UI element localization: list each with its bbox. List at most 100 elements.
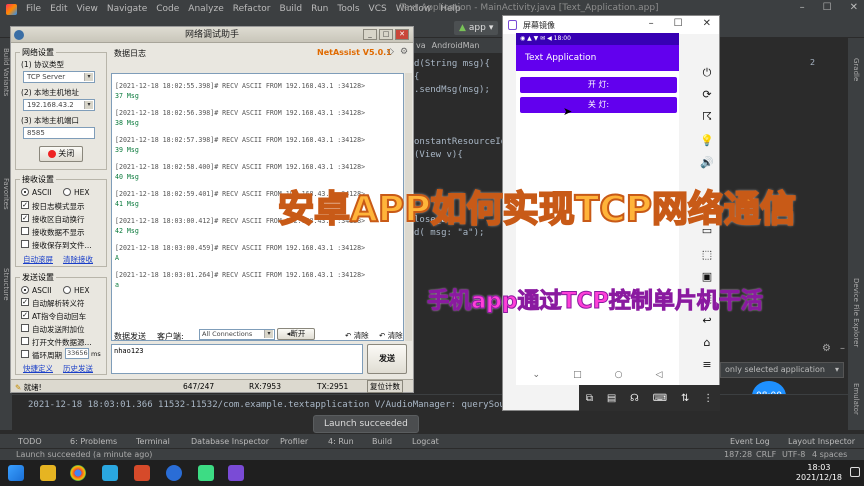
- status-position[interactable]: 187:28: [724, 450, 752, 459]
- hide-icon[interactable]: –: [840, 343, 845, 354]
- record-icon[interactable]: ▣: [700, 270, 714, 284]
- send-tab[interactable]: 数据发送: [114, 331, 146, 342]
- menu-refactor[interactable]: Refactor: [233, 4, 271, 14]
- clear-all-button[interactable]: ↶ 清除: [379, 330, 403, 341]
- tool-profiler[interactable]: Profiler: [280, 437, 308, 446]
- notification-icon[interactable]: [850, 467, 860, 477]
- maximize-icon[interactable]: ☐: [674, 18, 683, 29]
- volume-icon[interactable]: 🔊: [700, 156, 714, 170]
- taskbar-clock[interactable]: 18:03 2021/12/18: [796, 463, 842, 483]
- android-studio-icon[interactable]: [198, 465, 214, 481]
- send-textarea[interactable]: nhao123: [111, 344, 363, 374]
- client-select[interactable]: All Connections ▾: [199, 329, 275, 340]
- crop-icon[interactable]: ⬚: [700, 248, 714, 262]
- back-icon[interactable]: ↩: [700, 314, 714, 328]
- host-select[interactable]: 192.168.43.2 ▾: [23, 99, 95, 111]
- send-hex-radio[interactable]: [63, 286, 71, 294]
- tool-logcat[interactable]: Logcat: [412, 437, 439, 446]
- clear-send-button[interactable]: ↶ 清除: [345, 330, 369, 341]
- chrome-icon[interactable]: [70, 465, 86, 481]
- send-ascii-radio[interactable]: [21, 286, 29, 294]
- status-encoding[interactable]: UTF-8: [782, 450, 805, 459]
- editor-tab[interactable]: va: [416, 41, 426, 50]
- headset-icon[interactable]: ☊: [630, 393, 639, 404]
- strip-label-structure[interactable]: Structure: [2, 268, 10, 301]
- light-off-button[interactable]: 关 灯:: [520, 97, 677, 113]
- send-option-checkbox[interactable]: [21, 324, 29, 332]
- tool-terminal[interactable]: Terminal: [136, 437, 170, 446]
- app-icon[interactable]: [134, 465, 150, 481]
- light-on-button[interactable]: 开 灯:: [520, 77, 677, 93]
- history-link[interactable]: 历史发送: [63, 363, 93, 374]
- maximize-icon[interactable]: □: [379, 29, 393, 40]
- strip-label-build-variants[interactable]: Build Variants: [2, 48, 10, 96]
- more-icon[interactable]: ⋮: [703, 393, 713, 404]
- bulb-icon[interactable]: 💡: [700, 134, 714, 148]
- diamond-icon[interactable]: ◇: [387, 47, 394, 57]
- menu-file[interactable]: File: [26, 4, 41, 14]
- menu-build[interactable]: Build: [280, 4, 303, 14]
- autoscroll-link[interactable]: 自动滚屏: [23, 254, 53, 265]
- minimize-icon[interactable]: –: [800, 2, 805, 13]
- tool-problems[interactable]: 6: Problems: [70, 437, 117, 446]
- send-option-checkbox[interactable]: [21, 350, 29, 358]
- minimize-icon[interactable]: –: [649, 18, 654, 29]
- nav-home-icon[interactable]: ○: [615, 370, 623, 380]
- shortcut-link[interactable]: 快捷定义: [23, 363, 53, 374]
- flashlight-icon[interactable]: ☈: [700, 110, 714, 124]
- menu-code[interactable]: Code: [156, 4, 179, 14]
- nav-recents-icon[interactable]: □: [573, 370, 582, 380]
- menu-navigate[interactable]: Navigate: [107, 4, 147, 14]
- close-icon[interactable]: ✕: [703, 18, 711, 29]
- status-line-sep[interactable]: CRLF: [756, 450, 776, 459]
- editor-tab[interactable]: AndroidMan: [432, 41, 480, 50]
- menu-analyze[interactable]: Analyze: [188, 4, 223, 14]
- recv-tab[interactable]: 数据日志: [114, 48, 146, 59]
- menu-view[interactable]: View: [77, 4, 98, 14]
- strip-label-emulator[interactable]: Emulator: [852, 383, 860, 415]
- send-option-checkbox[interactable]: ✓: [21, 311, 29, 319]
- menu-tools[interactable]: Tools: [337, 4, 359, 14]
- send-option-checkbox[interactable]: [21, 337, 29, 345]
- port-input[interactable]: 8585: [23, 127, 95, 139]
- recv-option-checkbox[interactable]: [21, 240, 29, 248]
- clear-recv-link[interactable]: 清除接收: [63, 254, 93, 265]
- nav-back-icon[interactable]: ◁: [656, 370, 663, 380]
- nav-collapse-icon[interactable]: ⌄: [533, 370, 541, 380]
- keyboard-icon[interactable]: ⌨: [653, 393, 667, 404]
- screen-mirror-icon[interactable]: [228, 465, 244, 481]
- period-input[interactable]: 33656: [65, 348, 89, 359]
- menu-icon[interactable]: ≡: [700, 358, 714, 372]
- send-button[interactable]: 发送: [367, 344, 407, 374]
- strip-label-gradle[interactable]: Gradle: [852, 58, 860, 81]
- windows-start-icon[interactable]: [8, 465, 24, 481]
- maximize-icon[interactable]: ☐: [823, 2, 832, 13]
- menu-vcs[interactable]: VCS: [369, 4, 387, 14]
- settings-icon[interactable]: ⚙: [400, 47, 408, 57]
- transfer-icon[interactable]: ⇅: [681, 393, 689, 404]
- tool-layout-inspector[interactable]: Layout Inspector: [788, 437, 855, 446]
- layout-icon[interactable]: ▤: [607, 393, 616, 404]
- minimize-icon[interactable]: _: [363, 29, 377, 40]
- menu-edit[interactable]: Edit: [50, 4, 67, 14]
- close-connection-button[interactable]: 关闭: [39, 146, 83, 162]
- close-icon[interactable]: ✕: [395, 29, 409, 40]
- home-icon[interactable]: ⌂: [700, 336, 714, 350]
- app-icon[interactable]: [102, 465, 118, 481]
- file-explorer-icon[interactable]: [40, 465, 56, 481]
- window-icon[interactable]: ⧉: [586, 393, 593, 404]
- tool-event-log[interactable]: Event Log: [730, 437, 770, 446]
- close-icon[interactable]: ✕: [850, 2, 858, 13]
- rotate-icon[interactable]: ⟳: [700, 88, 714, 102]
- status-indent[interactable]: 4 spaces: [812, 450, 847, 459]
- strip-label-device-file-explorer[interactable]: Device File Explorer: [852, 278, 860, 347]
- logcat-filter-select[interactable]: only selected application ▾: [720, 362, 844, 378]
- menu-run[interactable]: Run: [311, 4, 328, 14]
- protocol-select[interactable]: TCP Server ▾: [23, 71, 95, 83]
- send-option-checkbox[interactable]: ✓: [21, 298, 29, 306]
- power-icon[interactable]: ⏻: [700, 66, 714, 80]
- run-config-dropdown[interactable]: ▲ app ▾: [454, 21, 499, 35]
- gear-icon[interactable]: ⚙: [822, 343, 831, 354]
- tool-run[interactable]: 4: Run: [328, 437, 354, 446]
- tool-todo[interactable]: TODO: [18, 437, 42, 446]
